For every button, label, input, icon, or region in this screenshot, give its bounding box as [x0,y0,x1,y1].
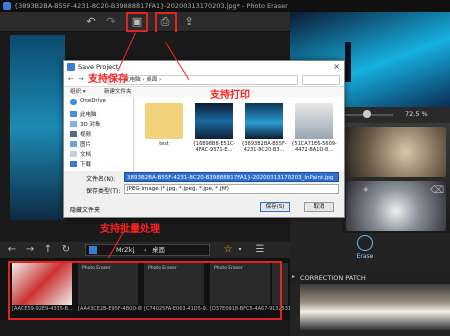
redo-icon[interactable]: ↷ [104,15,118,29]
file-name: {51CA71E6-5609-4472-BA1D-8... [291,141,337,153]
annotation-print: 支持打印 [210,90,250,101]
zoom-slider-knob[interactable] [362,110,371,118]
save-form: 文件名(N): 3893B2BA-B55F-4231-8C20-B3988881… [64,171,344,217]
magic-icon[interactable]: ✦ [360,185,372,197]
undo-icon[interactable]: ↶ [84,15,98,29]
list-view-icon[interactable]: ☰ [254,244,266,256]
refresh-icon[interactable]: ↻ [60,244,72,256]
back-arrow-icon[interactable]: ← [68,75,74,83]
cancel-button[interactable]: 取消 [304,202,334,212]
preview-tower [345,42,351,82]
filetype-select[interactable]: JPEG Image (*.jpg, *.jpeg, *.jpe, *.jfif… [124,184,339,194]
file-item[interactable]: {3893B2BA-B55F-4231-8C20-B3... [241,103,287,167]
dropdown-icon[interactable]: ▾ [234,244,246,256]
picture-icon [70,141,77,147]
save-highlight-box [126,12,148,32]
title-bar: {3893B2BA-B55F-4231-8C20-B39888817FA1}-2… [0,0,450,12]
sidebar-item-documents[interactable]: 文档 [80,150,91,158]
sidebar-item-3d-objects[interactable]: 3D 对象 [80,120,100,128]
preset-thumbnails [342,123,450,233]
erase-icon [357,235,373,251]
filetype-label: 保存类型(T): [86,188,121,195]
image-thumbnail [295,103,333,139]
share-icon[interactable]: ⇪ [182,15,196,29]
canvas-image[interactable] [10,35,65,220]
forward-arrow-icon[interactable]: → [24,244,36,256]
path-bar[interactable]: MrZkj › 桌面 [85,244,210,256]
filename-input[interactable]: 3893B2BA-B55F-4231-8C20-B39888817FA1}-20… [124,172,339,182]
annotation-batch: 支持批量处理 [100,224,160,235]
close-icon[interactable]: × [333,61,340,73]
back-arrow-icon[interactable]: ← [6,244,18,256]
file-list: test {16B98B8-E51C-4FAC-9371-E... {3893B… [135,97,344,171]
sidebar-item-downloads[interactable]: 下载 [80,160,91,168]
file-name: {3893B2BA-B55F-4231-8C20-B3... [241,141,287,153]
path-folder[interactable]: 桌面 [152,245,165,255]
file-item[interactable]: test [141,103,187,167]
preset-thumbnail[interactable] [346,127,446,177]
cloud-icon [70,99,77,105]
correction-patch-header[interactable]: ▸ CORRECTION PATCH [290,272,450,284]
video-icon [70,131,77,137]
dialog-app-icon [67,63,75,71]
file-item[interactable]: {16B98B8-E51C-4FAC-9371-E... [191,103,237,167]
eraser-icon[interactable]: ⌫ [430,185,444,197]
file-item[interactable]: {51CA71E6-5609-4472-BA1D-8... [291,103,337,167]
breadcrumb[interactable]: « 此电脑 › 桌面 › [108,75,298,85]
filename-label: 文件名(N): [86,176,116,183]
star-icon[interactable]: ☆ [222,244,234,256]
app-logo-icon [3,2,11,10]
image-thumbnail [245,103,283,139]
search-input[interactable] [302,75,340,85]
path-user[interactable]: MrZkj [116,245,134,255]
expand-arrow-icon: ▸ [292,273,296,280]
file-name: test [159,141,169,147]
correction-patch-preview[interactable] [300,284,450,330]
save-button[interactable]: 保存(S) [260,202,290,212]
cube-icon [70,121,77,127]
sidebar-item-this-pc[interactable]: 此电脑 [80,110,97,118]
file-name: {16B98B8-E51C-4FAC-9371-E... [192,141,236,153]
annotation-save: 支持保存 [88,74,128,85]
folder-icon [89,246,97,254]
correction-patch-label: CORRECTION PATCH [300,274,366,282]
up-arrow-icon[interactable]: ↑ [42,244,54,256]
erase-label: Erase [356,253,374,260]
folder-icon [145,103,183,139]
document-icon [70,151,77,157]
new-folder-button[interactable]: 新建文件夹 [104,87,132,97]
batch-highlight-box [8,261,282,320]
download-icon [70,161,77,167]
organize-menu[interactable]: 组织 ▾ [70,87,86,97]
window-title: {3893B2BA-B55F-4231-8C20-B39888817FA1}-2… [14,2,288,10]
status-bar [0,320,290,336]
dialog-sidebar: OneDrive 此电脑 3D 对象 视频 图片 文档 下载 [64,97,134,171]
sidebar-item-pictures[interactable]: 图片 [80,140,91,148]
computer-icon [70,111,77,117]
zoom-value: 72.5 % [405,110,428,118]
dialog-command-bar: 组织 ▾ 新建文件夹 [64,87,344,97]
image-thumbnail [195,103,233,139]
hide-folders-toggle[interactable]: 隐藏文件夹 [70,205,100,214]
sidebar-item-videos[interactable]: 视频 [80,130,91,138]
forward-arrow-icon[interactable]: → [78,75,84,83]
erase-button[interactable]: Erase [350,235,380,265]
path-separator: › [144,246,147,254]
sidebar-item-onedrive[interactable]: OneDrive [80,98,106,104]
